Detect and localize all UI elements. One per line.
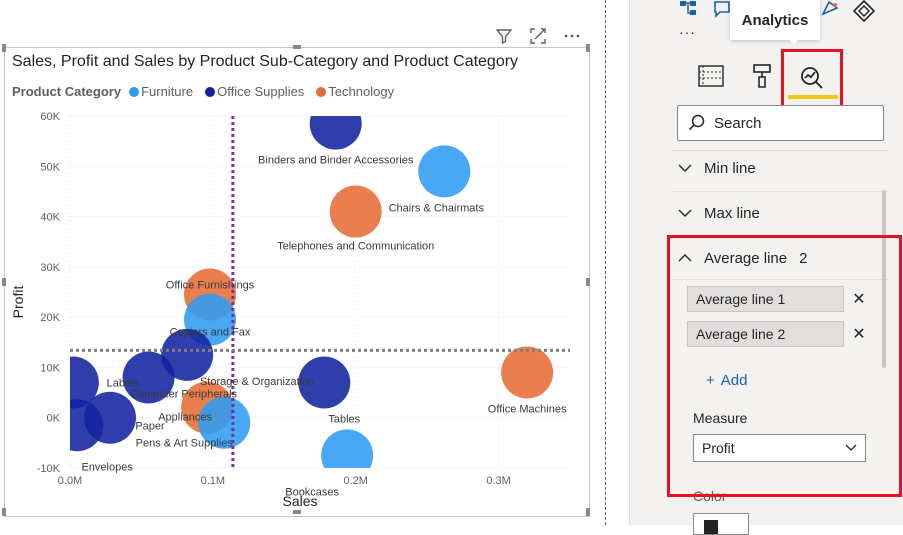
legend-title: Product Category — [12, 84, 122, 99]
legend-item-furniture[interactable]: Furniture — [129, 84, 193, 99]
y-tick-label: 50K — [40, 161, 60, 173]
x-tick-label: 0.1M — [201, 475, 225, 487]
more-visuals-ellipsis[interactable]: ··· — [679, 24, 696, 40]
more-options-icon[interactable] — [562, 26, 582, 46]
filter-icon[interactable] — [494, 26, 514, 46]
data-label: Tables — [328, 414, 360, 426]
scatter-point[interactable] — [309, 100, 362, 150]
search-icon — [688, 114, 706, 132]
y-tick-label: -10K — [37, 463, 61, 475]
legend-label: Furniture — [141, 84, 194, 99]
data-label: Pens & Art Supplies — [136, 438, 234, 450]
data-label: Envelopes — [81, 461, 133, 473]
section-label: Max line — [704, 204, 760, 222]
legend-label: Technology — [328, 84, 395, 99]
scatter-point[interactable] — [418, 145, 471, 198]
highlight-box-analytics-tab — [781, 49, 843, 108]
chevron-down-icon — [678, 208, 692, 218]
search-placeholder: Search — [714, 114, 762, 132]
scatter-chart[interactable]: -10K 0K 10K 20K 30K 40K 50K 60K 0.0M 0.1M 0.2M 0.3M… — [0, 100, 600, 520]
scatter-point[interactable] — [501, 346, 554, 399]
divider — [672, 150, 888, 151]
data-label: Binders and Binder Accessories — [258, 155, 414, 167]
chevron-down-icon — [678, 163, 692, 173]
y-tick-label: 20K — [40, 312, 60, 324]
legend-item-office-supplies[interactable]: Office Supplies — [205, 84, 304, 99]
chart-legend: Product Category Furniture Office Suppli… — [12, 84, 402, 99]
resize-handle[interactable] — [2, 44, 6, 52]
x-tick-label: 0.2M — [343, 475, 367, 487]
fields-tab-icon[interactable] — [693, 58, 729, 94]
visual-header-toolbar — [494, 26, 582, 46]
resize-handle[interactable] — [586, 44, 590, 52]
legend-dot — [316, 86, 327, 97]
data-label: Computer Peripherals — [130, 388, 237, 400]
tooltip-pointer — [788, 38, 800, 44]
legend-item-technology[interactable]: Technology — [316, 84, 394, 99]
data-label: Copiers and Fax — [170, 327, 251, 339]
analytics-tooltip: Analytics — [730, 0, 820, 40]
scatter-point[interactable] — [329, 185, 382, 238]
qa-icon[interactable] — [712, 0, 732, 25]
data-label: Telephones and Communication — [277, 241, 434, 253]
y-tick-label: 10K — [40, 362, 60, 374]
color-picker[interactable] — [693, 513, 749, 535]
resize-handle[interactable] — [293, 45, 301, 49]
legend-label: Office Supplies — [217, 84, 305, 99]
section-label: Min line — [704, 159, 756, 177]
legend-dot — [129, 86, 140, 97]
data-label: Office Furnishings — [166, 280, 255, 292]
scatter-point[interactable] — [321, 429, 374, 481]
data-label: Labels — [107, 378, 140, 390]
min-line-section[interactable]: Min line — [678, 156, 878, 180]
divider — [672, 191, 888, 192]
y-tick-label: 30K — [40, 262, 60, 274]
visual-title: Sales, Profit and Sales by Product Sub-C… — [12, 53, 519, 70]
max-line-section[interactable]: Max line — [678, 201, 878, 225]
y-axis-title: Profit — [10, 286, 26, 319]
data-label: Office Machines — [488, 403, 567, 415]
x-tick-label: 0.0M — [58, 475, 82, 487]
data-label: Storage & Organization — [200, 376, 314, 388]
y-tick-label: 0K — [47, 413, 61, 425]
get-more-visuals-icon[interactable] — [852, 0, 876, 27]
y-tick-label: 60K — [40, 111, 60, 123]
highlight-box-average-line — [667, 235, 902, 497]
data-label: Bookcases — [285, 486, 339, 498]
focus-mode-icon[interactable] — [528, 26, 548, 46]
x-tick-label: 0.3M — [486, 475, 510, 487]
build-visual-icon[interactable] — [678, 0, 702, 23]
data-label: Chairs & Chairmats — [389, 202, 485, 214]
legend-dot — [205, 86, 216, 97]
data-label: Paper — [135, 421, 165, 433]
scatter-point[interactable] — [51, 399, 104, 452]
search-input[interactable]: Search — [677, 105, 884, 141]
custom-visual-icon[interactable] — [820, 0, 840, 25]
data-label: Appliances — [158, 412, 212, 424]
format-paint-roller-icon[interactable] — [744, 58, 780, 94]
color-swatch — [704, 520, 718, 534]
canvas-pane-divider — [605, 0, 606, 525]
y-tick-label: 40K — [40, 212, 60, 224]
